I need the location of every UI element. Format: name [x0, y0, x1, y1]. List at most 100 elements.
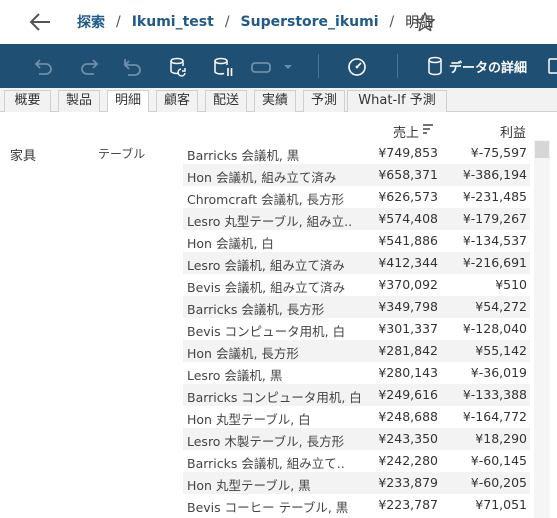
sales-cell: ¥301,337 [378, 321, 438, 336]
refresh-icon[interactable] [167, 56, 189, 78]
table-row[interactable]: Barricks 会議机, 長方形 ¥349,798 ¥54,272 [0, 296, 540, 318]
sales-cell: ¥223,787 [378, 497, 438, 512]
breadcrumb-bar: 探索 / Ikumi_test / Superstore_ikumi / 明細 [0, 0, 557, 44]
product-cell: Bevis コンピュータ用机, 白 [187, 324, 346, 339]
sheet-tabs: 概要 製品 明細 顧客 配送 実績 予測 What-If 予測 [0, 88, 557, 113]
profit-cell: ¥-179,267 [462, 211, 527, 226]
profit-cell: ¥-133,388 [462, 387, 527, 402]
revert-icon[interactable] [122, 56, 144, 78]
table-row[interactable]: Lesro 丸型テーブル, 組み立.. ¥574,408 ¥-179,267 [0, 208, 540, 230]
breadcrumb-workbook[interactable]: Superstore_ikumi [241, 14, 379, 30]
product-cell: Bevis 会議机, 組み立て済み [187, 280, 346, 295]
dropdown-icon[interactable] [282, 56, 294, 78]
product-cell: Lesro 会議机, 黒 [187, 368, 283, 383]
sales-cell: ¥243,350 [378, 431, 438, 446]
table-row[interactable]: Bevis コンピュータ用机, 白 ¥301,337 ¥-128,040 [0, 318, 540, 340]
sales-cell: ¥249,616 [378, 387, 438, 402]
product-cell: Barricks 会議机, 黒 [187, 148, 300, 163]
profit-cell: ¥55,142 [475, 343, 527, 358]
table-row[interactable]: Hon 会議机, 白 ¥541,886 ¥-134,537 [0, 230, 540, 252]
toolbar-divider [397, 54, 398, 78]
table-row[interactable]: Hon 会議机, 長方形 ¥281,842 ¥55,142 [0, 340, 540, 362]
product-cell: Barricks 会議机, 長方形 [187, 302, 325, 317]
product-cell: Chromcraft 会議机, 長方形 [187, 192, 345, 207]
table-row[interactable]: Hon 丸型テーブル, 白 ¥248,688 ¥-164,772 [0, 406, 540, 428]
tab-forecast[interactable]: 予測 [303, 90, 345, 112]
redo-icon[interactable] [78, 56, 100, 78]
profit-cell: ¥18,290 [475, 431, 527, 446]
breadcrumb: 探索 / Ikumi_test / Superstore_ikumi / 明細 [77, 0, 433, 44]
profit-cell: ¥-75,597 [470, 145, 527, 160]
product-cell: Hon 丸型テーブル, 白 [187, 412, 311, 427]
profit-cell: ¥-60,145 [470, 453, 527, 468]
product-cell: Barricks 会議机, 組み立て.. [187, 456, 345, 471]
tab-performance[interactable]: 実績 [254, 90, 296, 112]
table-row[interactable]: Lesro 会議机, 組み立て済み ¥412,344 ¥-216,691 [0, 252, 540, 274]
sales-cell: ¥658,371 [378, 167, 438, 182]
table-row[interactable]: Bevis 会議机, 組み立て済み ¥370,092 ¥510 [0, 274, 540, 296]
pause-updates-icon[interactable] [212, 56, 234, 78]
product-cell: Hon 丸型テーブル, 黒 [187, 478, 311, 493]
metrics-icon[interactable] [346, 56, 368, 78]
tab-shipping[interactable]: 配送 [205, 90, 247, 112]
sales-cell: ¥281,842 [378, 343, 438, 358]
sales-cell: ¥541,886 [378, 233, 438, 248]
crosstab-view: 売上 利益 家具 テーブル Barricks 会議机, 黒 ¥749,853 ¥-7… [0, 112, 557, 518]
swap-icon[interactable] [250, 56, 274, 78]
sales-cell: ¥574,408 [378, 211, 438, 226]
toolbar-divider [318, 54, 319, 78]
table-row[interactable]: Lesro 会議机, 黒 ¥280,143 ¥-36,019 [0, 362, 540, 384]
breadcrumb-separator: / [389, 14, 395, 30]
tab-overview[interactable]: 概要 [4, 90, 51, 112]
tab-details[interactable]: 明細 [107, 90, 149, 113]
tab-products[interactable]: 製品 [58, 90, 100, 112]
product-cell: Hon 会議机, 白 [187, 236, 274, 251]
table-row[interactable]: Barricks コンピュータ用机, 白 ¥249,616 ¥-133,388 [0, 384, 540, 406]
table-row[interactable]: Chromcraft 会議机, 長方形 ¥626,573 ¥-231,485 [0, 186, 540, 208]
breadcrumb-project[interactable]: Ikumi_test [132, 14, 214, 30]
product-cell: Hon 会議机, 組み立て済み [187, 170, 337, 185]
back-arrow-icon[interactable] [28, 11, 52, 33]
overflow-icon[interactable] [546, 56, 557, 76]
profit-cell: ¥-36,019 [470, 365, 527, 380]
data-details-label: データの詳細 [449, 60, 528, 76]
product-cell: Barricks コンピュータ用机, 白 [187, 390, 361, 405]
sales-column-header[interactable]: 売上 [393, 122, 419, 141]
table-row[interactable]: Hon 会議机, 組み立て済み ¥658,371 ¥-386,194 [0, 164, 540, 186]
sales-cell: ¥233,879 [378, 475, 438, 490]
table-row[interactable]: Lesro 木製テーブル, 長方形 ¥243,350 ¥18,290 [0, 428, 540, 450]
scrollbar-thumb[interactable] [535, 141, 549, 158]
tab-what-if-forecast[interactable]: What-If 予測 [347, 90, 447, 112]
table-row[interactable]: Barricks 会議机, 黒 ¥749,853 ¥-75,597 [0, 142, 540, 164]
sales-cell: ¥749,853 [378, 145, 438, 160]
profit-cell: ¥510 [495, 277, 527, 292]
favorite-star-icon[interactable] [414, 11, 436, 33]
profit-cell: ¥54,272 [475, 299, 527, 314]
sales-cell: ¥412,344 [378, 255, 438, 270]
undo-icon[interactable] [33, 56, 55, 78]
product-cell: Hon 会議机, 長方形 [187, 346, 299, 361]
sales-cell: ¥242,280 [378, 453, 438, 468]
sales-cell: ¥626,573 [378, 189, 438, 204]
sales-cell: ¥370,092 [378, 277, 438, 292]
data-details-button[interactable]: データの詳細 [427, 44, 527, 88]
data-source-icon [428, 56, 442, 76]
sort-descending-icon[interactable] [422, 123, 434, 135]
profit-cell: ¥-128,040 [462, 321, 527, 336]
profit-cell: ¥-60,205 [470, 475, 527, 490]
tab-customers[interactable]: 顧客 [156, 90, 198, 112]
profit-cell: ¥-386,194 [462, 167, 527, 182]
profit-cell: ¥-134,537 [462, 233, 527, 248]
table-row[interactable]: Barricks 会議机, 組み立て.. ¥242,280 ¥-60,145 [0, 450, 540, 472]
profit-column-header[interactable]: 利益 [500, 122, 526, 141]
table-row[interactable]: Bevis コーヒー テーブル, 黒 ¥223,787 ¥71,051 [0, 494, 540, 516]
breadcrumb-explore[interactable]: 探索 [77, 12, 105, 32]
sales-cell: ¥248,688 [378, 409, 438, 424]
table-row[interactable]: Hon 丸型テーブル, 黒 ¥233,879 ¥-60,205 [0, 472, 540, 494]
vertical-scrollbar[interactable] [534, 140, 550, 518]
breadcrumb-separator: / [116, 14, 121, 30]
sales-cell: ¥349,798 [378, 299, 438, 314]
product-cell: Lesro 木製テーブル, 長方形 [187, 434, 345, 449]
sales-cell: ¥280,143 [378, 365, 438, 380]
toolbar: データの詳細 [0, 44, 557, 88]
